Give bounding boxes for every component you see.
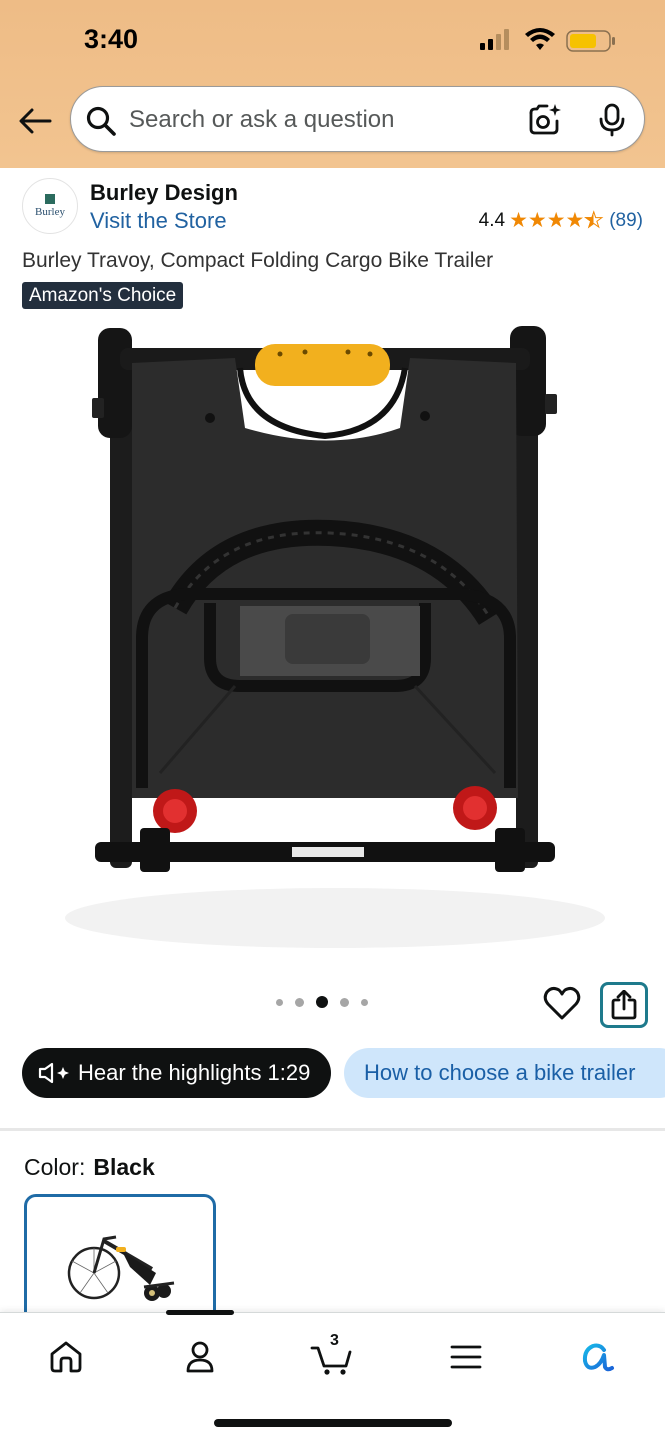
home-indicator-bar <box>214 1419 452 1427</box>
cellular-signal-icon <box>480 29 509 50</box>
active-tab-indicator <box>166 1310 234 1315</box>
arrow-left-icon <box>19 108 52 134</box>
account-icon <box>186 1341 214 1373</box>
color-selector-label: Color: Black <box>24 1154 155 1181</box>
star-full-icon: ★ <box>509 209 528 232</box>
carousel-dot[interactable] <box>276 998 283 1006</box>
nav-menu[interactable] <box>436 1333 496 1381</box>
nav-rufus[interactable] <box>568 1333 628 1381</box>
microphone-icon[interactable] <box>597 103 627 137</box>
product-image[interactable] <box>40 318 630 958</box>
brand-name: Burley Design <box>90 180 238 205</box>
star-full-icon: ★ <box>546 209 566 232</box>
how-to-choose-button[interactable]: How to choose a bike trailer <box>344 1048 665 1098</box>
heart-icon[interactable] <box>542 984 582 1024</box>
star-rating: ★ ★ ★ ★ ★ <box>509 209 604 232</box>
search-icon <box>86 106 116 136</box>
amazons-choice-badge: Amazon's Choice <box>22 282 184 309</box>
star-full-icon: ★ <box>565 209 585 232</box>
color-swatch-black[interactable] <box>24 1194 216 1324</box>
nav-account[interactable] <box>170 1333 230 1381</box>
product-title: Burley Travoy, Compact Folding Cargo Bik… <box>22 249 494 272</box>
carousel-dot[interactable] <box>295 997 304 1007</box>
menu-icon <box>450 1345 482 1369</box>
rating-summary[interactable]: 4.4 ★ ★ ★ ★ ★ (89) <box>478 209 643 232</box>
nav-cart[interactable]: 3 <box>302 1332 362 1381</box>
color-label: Color: <box>24 1154 86 1180</box>
share-icon <box>611 990 637 1020</box>
swatch-thumbnail-image <box>67 1235 175 1301</box>
bottom-navigation: 3 <box>0 1310 665 1440</box>
cart-count-badge: 3 <box>330 1332 339 1349</box>
hear-highlights-button[interactable]: Hear the highlights 1:29 <box>22 1048 331 1098</box>
status-bar: 3:40 <box>0 0 665 80</box>
carousel-dot[interactable] <box>340 997 349 1007</box>
rating-value: 4.4 <box>478 210 506 231</box>
color-value: Black <box>93 1154 155 1180</box>
header: 3:40 <box>0 0 665 168</box>
wifi-icon <box>525 28 555 50</box>
how-to-choose-label: How to choose a bike trailer <box>364 1060 636 1085</box>
carousel-dot[interactable] <box>361 998 368 1006</box>
star-half-icon: ★ <box>584 209 604 232</box>
status-time: 3:40 <box>84 24 139 54</box>
carousel-dot-active[interactable] <box>316 996 328 1008</box>
hear-highlights-label: Hear the highlights 1:29 <box>78 1060 311 1085</box>
search-input[interactable] <box>129 101 509 139</box>
visit-store-link[interactable]: Visit the Store <box>90 208 227 234</box>
nav-home[interactable] <box>36 1333 96 1381</box>
rating-count: (89) <box>609 210 643 231</box>
image-carousel-dots[interactable] <box>276 996 368 1008</box>
brand-logo[interactable]: Burley <box>22 178 78 234</box>
battery-icon <box>566 30 615 52</box>
speaker-sparkle-icon <box>38 1062 69 1084</box>
star-full-icon: ★ <box>527 209 547 232</box>
brand-logo-text: Burley <box>35 206 65 218</box>
home-icon <box>50 1341 82 1373</box>
search-bar[interactable] <box>70 86 645 152</box>
camera-lens-icon[interactable] <box>527 103 561 137</box>
back-button[interactable] <box>14 102 56 140</box>
rufus-icon <box>582 1343 614 1372</box>
share-button[interactable] <box>600 982 648 1028</box>
brand-logo-mark <box>45 194 55 204</box>
section-divider <box>0 1128 665 1131</box>
